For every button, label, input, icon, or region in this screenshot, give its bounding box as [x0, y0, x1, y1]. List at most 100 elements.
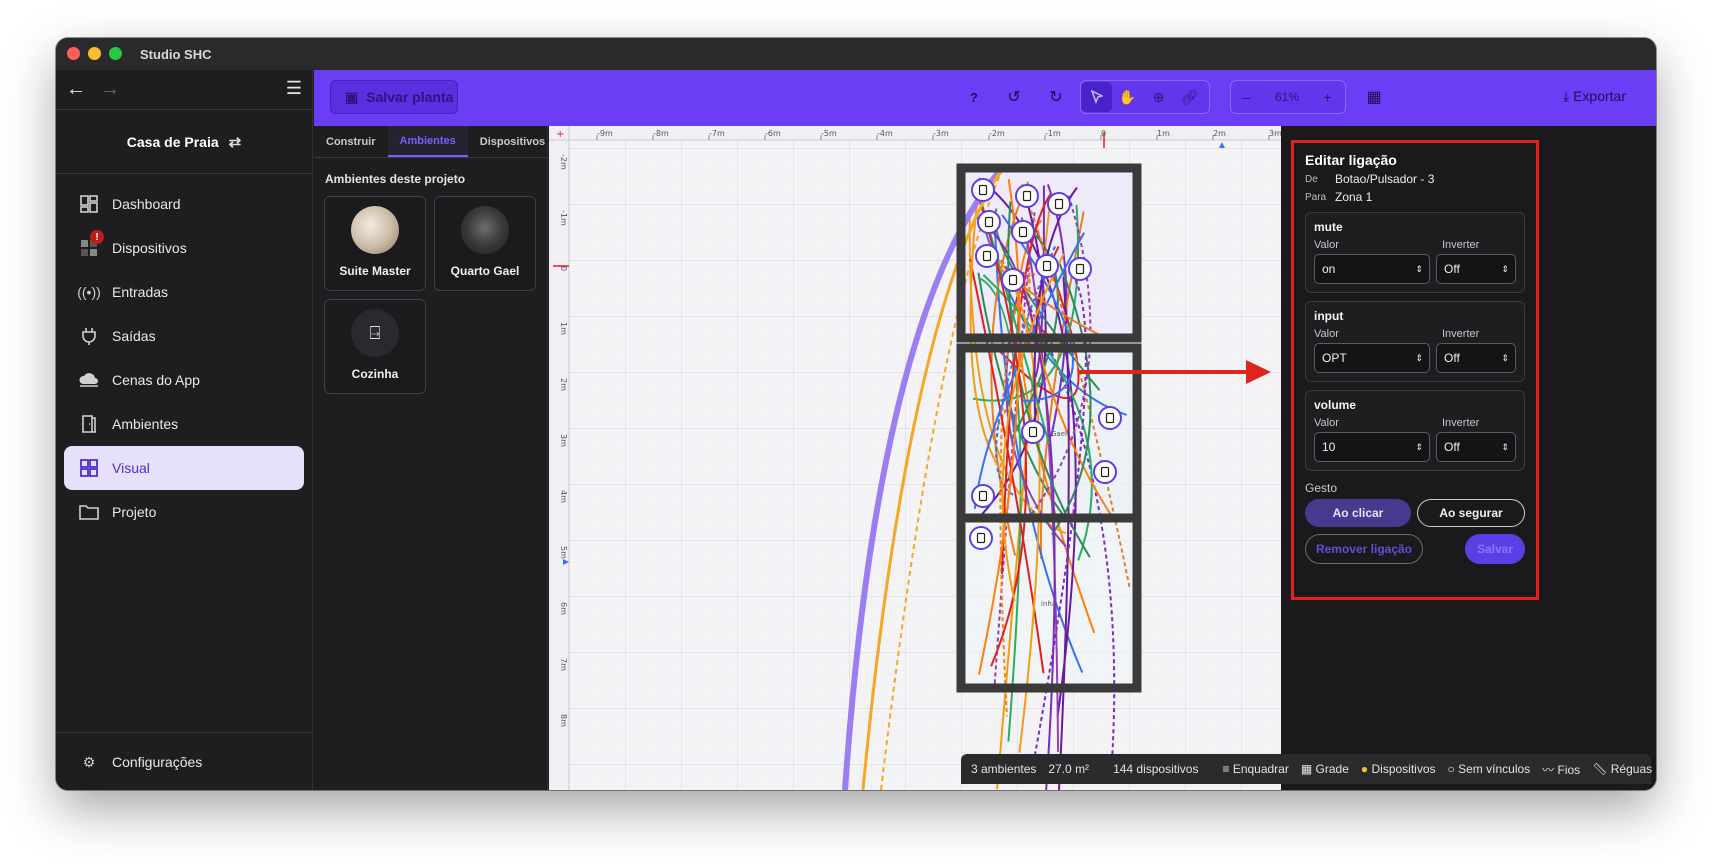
- wave-icon: 〰: [1542, 762, 1555, 777]
- forward-arrow-icon[interactable]: →: [100, 78, 120, 101]
- sidebar-item-entradas[interactable]: ((•)) Entradas: [64, 270, 304, 314]
- device-node: [1021, 420, 1045, 444]
- ruler-left-label: 4m: [559, 490, 568, 503]
- floor-plan-canvas[interactable]: -9m -8m -7m -6m -5m -4m -3m -2m -1m 0 1m 2m 3m -2m -1…: [549, 126, 1281, 790]
- link-icon[interactable]: 🔗︎: [1174, 82, 1205, 112]
- sidebar-item-saidas[interactable]: Saídas: [64, 314, 304, 358]
- ruler-top-label: -5m: [821, 129, 837, 138]
- param-name: volume: [1314, 398, 1357, 412]
- zoom-out-button[interactable]: –: [1231, 82, 1262, 112]
- to-value: Zona 1: [1335, 190, 1373, 204]
- value-select[interactable]: on ⇕: [1314, 254, 1430, 284]
- collapse-sidebar-icon[interactable]: ☰: [286, 78, 302, 99]
- sidebar-item-projeto[interactable]: Projeto: [64, 490, 304, 534]
- grid-icon: [78, 457, 100, 479]
- save-plan-label: Salvar planta: [366, 89, 454, 105]
- redo-icon[interactable]: ↻: [1044, 82, 1068, 112]
- save-plan-button[interactable]: ▣ Salvar planta: [330, 80, 458, 114]
- zoom-in-button[interactable]: +: [1312, 82, 1343, 112]
- no-links-toggle[interactable]: ○ Sem vínculos: [1448, 762, 1531, 776]
- cloud-icon: [78, 369, 100, 391]
- properties-panel: Editar ligação De Botao/Pulsador - 3 Par…: [1281, 126, 1656, 790]
- ruler-top-label: -7m: [709, 129, 725, 138]
- room-card-cozinha[interactable]: ⍈ Cozinha: [324, 299, 426, 394]
- device-node: [1047, 192, 1071, 216]
- devices-count: 144 dispositivos: [1113, 762, 1199, 776]
- window-title: Studio SHC: [140, 47, 212, 62]
- room-thumbnail: [461, 206, 509, 254]
- value-header: Valor: [1314, 328, 1339, 340]
- sidebar-item-visual[interactable]: Visual: [64, 446, 304, 490]
- remove-link-button[interactable]: Remover ligação: [1305, 534, 1423, 564]
- ruler-left-label: 2m: [559, 378, 568, 391]
- ruler-top-label: -3m: [933, 129, 949, 138]
- grid-icon: ▦: [1300, 762, 1313, 776]
- rooms-count: 3 ambientes: [971, 762, 1037, 776]
- wires-toggle[interactable]: 〰 Fios: [1542, 761, 1580, 778]
- project-switcher[interactable]: Casa de Praia ⇄: [56, 110, 312, 174]
- grid-toggle[interactable]: ▦ Grade: [1301, 762, 1349, 776]
- back-arrow-icon[interactable]: ←: [66, 78, 86, 101]
- ruler-icon: 📏︎: [1592, 762, 1608, 776]
- close-window-button[interactable]: [67, 47, 80, 60]
- gesture-hold-button[interactable]: Ao segurar: [1417, 499, 1525, 527]
- invert-text: Off: [1444, 440, 1460, 454]
- from-row: De Botao/Pulsador - 3: [1305, 172, 1536, 186]
- ruler-top-label: 2m: [1213, 129, 1226, 138]
- value-stepper[interactable]: 10 ⇕: [1314, 432, 1430, 462]
- invert-select[interactable]: Off ⇕: [1436, 432, 1516, 462]
- from-key: De: [1305, 173, 1318, 185]
- nav-top: ← → ☰: [56, 70, 312, 110]
- device-node: [971, 178, 995, 202]
- updown-icon: ⇕: [1415, 263, 1423, 274]
- device-node: [971, 484, 995, 508]
- device-node: [1015, 184, 1039, 208]
- to-key: Para: [1305, 191, 1327, 203]
- save-link-button[interactable]: Salvar: [1465, 534, 1525, 564]
- maximize-window-button[interactable]: [109, 47, 122, 60]
- sidebar-item-dispositivos[interactable]: ! Dispositivos: [64, 226, 304, 270]
- door-icon: [78, 413, 100, 435]
- sidebar-item-configuracoes[interactable]: ⚙ Configurações: [64, 740, 304, 784]
- device-node: [1098, 406, 1122, 430]
- export-button[interactable]: ⤓ Exportar: [1563, 88, 1626, 105]
- layout-icon[interactable]: ▦: [1362, 82, 1386, 112]
- minimize-window-button[interactable]: [88, 47, 101, 60]
- sidebar-item-label: Dashboard: [112, 196, 181, 212]
- ruler-left-label: -2m: [559, 154, 568, 170]
- app-window: Studio SHC ← → ☰ Casa de Praia ⇄ Dashboa…: [56, 38, 1656, 790]
- sidebar-item-label: Visual: [112, 460, 150, 476]
- undo-icon[interactable]: ↺: [1002, 82, 1026, 112]
- invert-select[interactable]: Off ⇕: [1436, 254, 1516, 284]
- invert-header: Inverter: [1442, 239, 1480, 251]
- value-select[interactable]: OPT ⇕: [1314, 343, 1430, 373]
- updown-icon: ⇕: [1501, 263, 1509, 274]
- device-node: [1093, 460, 1117, 484]
- zoom-icon[interactable]: ⊕: [1143, 82, 1174, 112]
- sidebar-item-ambientes[interactable]: Ambientes: [64, 402, 304, 446]
- tab-dispositivos[interactable]: Dispositivos: [468, 126, 557, 157]
- room-card-suite-master[interactable]: Suite Master: [324, 196, 426, 291]
- invert-select[interactable]: Off ⇕: [1436, 343, 1516, 373]
- room-label-cozinha: inha: [1041, 600, 1056, 608]
- settings-section: ⚙ Configurações: [56, 732, 312, 790]
- gesture-click-button[interactable]: Ao clicar: [1305, 499, 1411, 527]
- fit-toggle[interactable]: ≡ Enquadrar: [1222, 762, 1288, 776]
- updown-icon: ⇕: [1501, 441, 1509, 452]
- select-pointer-icon[interactable]: [1081, 82, 1112, 112]
- sidebar-item-cenas[interactable]: Cenas do App: [64, 358, 304, 402]
- tab-ambientes[interactable]: Ambientes: [387, 126, 468, 157]
- floor-plan-svg[interactable]: -9m -8m -7m -6m -5m -4m -3m -2m -1m 0 1m 2m 3m -2m -1…: [549, 126, 1281, 790]
- hand-pan-icon[interactable]: ✋: [1112, 82, 1143, 112]
- room-card-quarto-gael[interactable]: Quarto Gael: [434, 196, 536, 291]
- sidebar-item-dashboard[interactable]: Dashboard: [64, 182, 304, 226]
- ruler-left-label: 6m: [559, 602, 568, 615]
- rulers-toggle[interactable]: 📏︎ Réguas: [1592, 762, 1652, 776]
- tab-construir[interactable]: Construir: [314, 126, 388, 157]
- help-button[interactable]: ?: [962, 82, 986, 112]
- sidebar-item-label: Saídas: [112, 328, 156, 344]
- ruler-left-label: 5m: [559, 546, 568, 559]
- devices-toggle[interactable]: ● Dispositivos: [1361, 762, 1436, 776]
- sidebar: ← → ☰ Casa de Praia ⇄ Dashboard ! Dispos…: [56, 70, 313, 790]
- updown-icon: ⇕: [1415, 352, 1423, 363]
